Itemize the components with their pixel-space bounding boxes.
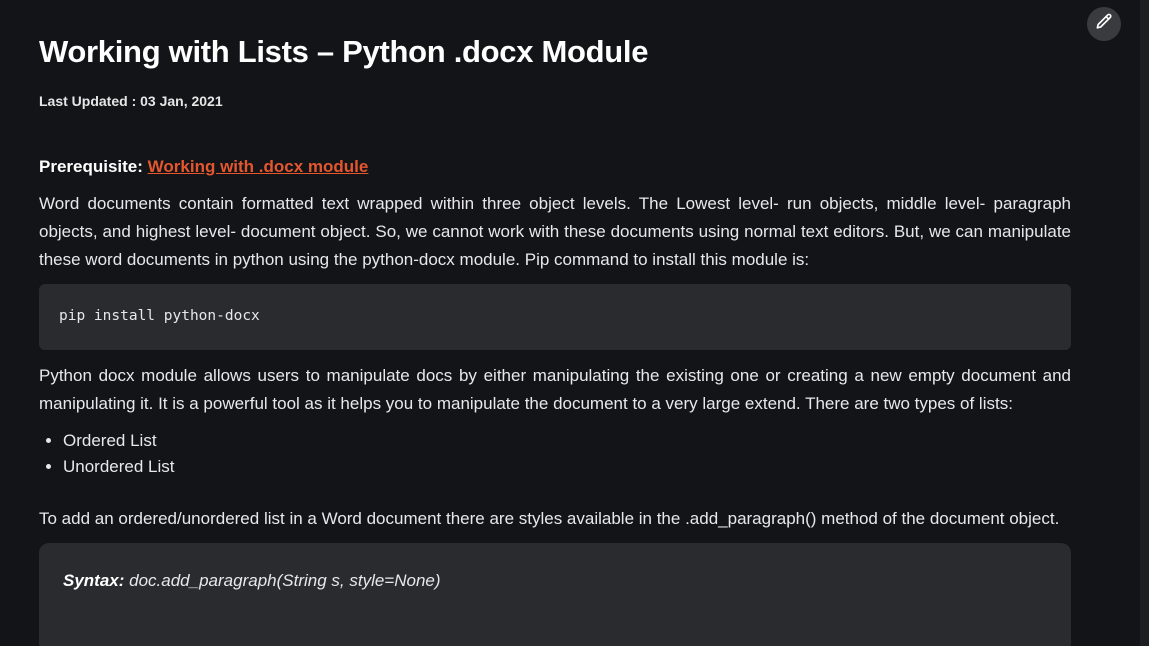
page-title: Working with Lists – Python .docx Module <box>39 34 649 69</box>
pencil-icon <box>1094 12 1114 37</box>
add-list-paragraph: To add an ordered/unordered list in a Wo… <box>39 509 1060 528</box>
docx-description-paragraph: Python docx module allows users to manip… <box>39 366 1071 413</box>
prerequisite-link[interactable]: Working with .docx module <box>148 157 369 176</box>
intro-paragraph: Word documents contain formatted text wr… <box>39 194 1071 269</box>
article-page: Working with Lists – Python .docx Module… <box>0 0 1140 646</box>
prerequisite-label: Prerequisite: <box>39 157 148 176</box>
list-item: Ordered List <box>63 428 1071 454</box>
edit-button[interactable] <box>1087 7 1121 41</box>
last-updated: Last Updated : 03 Jan, 2021 <box>39 93 223 109</box>
syntax-label: Syntax: <box>63 571 125 590</box>
list-types: Ordered List Unordered List <box>39 428 1071 480</box>
prerequisite-line: Prerequisite: Working with .docx module <box>39 156 1071 178</box>
syntax-text: doc.add_paragraph(String s, style=None) <box>124 571 441 590</box>
scrollbar[interactable] <box>1140 0 1149 646</box>
code-block-install: pip install python-docx <box>39 284 1071 350</box>
article-content: Working with Lists – Python .docx Module… <box>39 30 1071 646</box>
list-item: Unordered List <box>63 454 1071 480</box>
syntax-box: Syntax: doc.add_paragraph(String s, styl… <box>39 543 1071 646</box>
